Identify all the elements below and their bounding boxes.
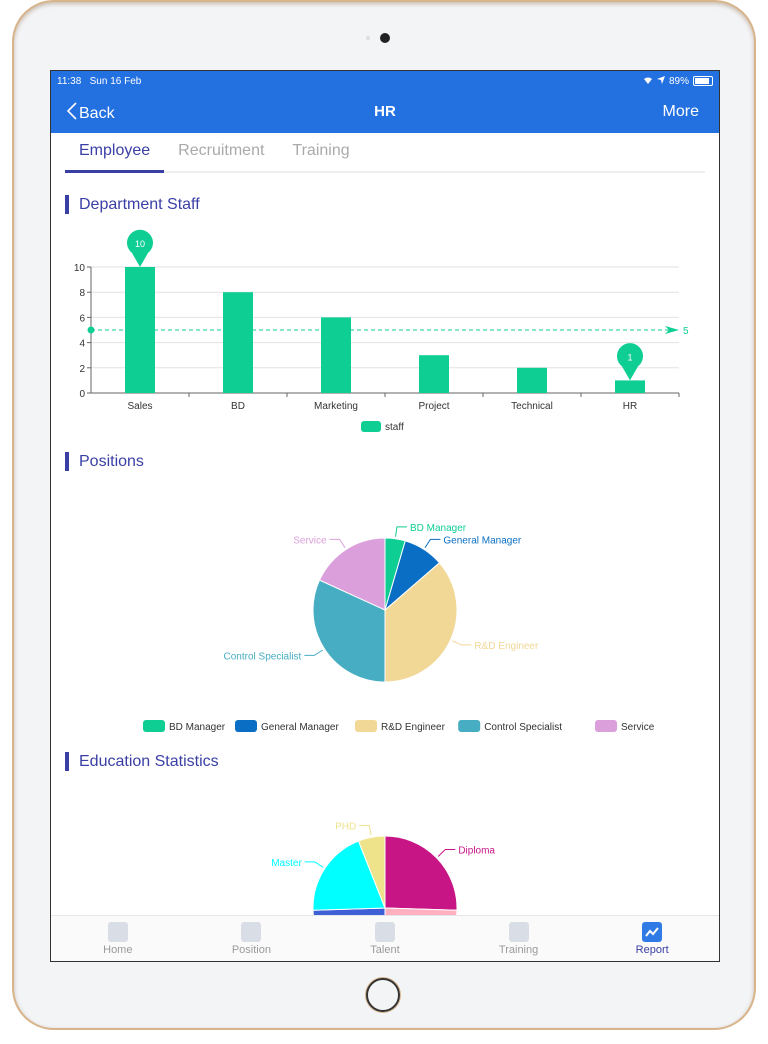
pie-label: R&D Engineer	[474, 641, 539, 652]
average-start-dot	[87, 326, 95, 334]
wifi-icon	[643, 76, 653, 87]
section-marker	[65, 195, 69, 214]
training-icon	[508, 922, 529, 942]
talent-icon	[374, 922, 395, 942]
pie-label-line	[329, 538, 346, 549]
y-tick-label: 4	[79, 339, 85, 350]
tabbar-item-report[interactable]: Report	[585, 916, 719, 961]
legend-label: staff	[385, 422, 404, 433]
section-positions: Positions	[65, 452, 144, 471]
section-title-text: Department Staff	[79, 195, 200, 213]
status-date: Sun 16 Feb	[89, 75, 142, 87]
education-chart: DiplomaHigh SchoolMasterPHD	[271, 821, 495, 916]
tabbar-label: Home	[103, 944, 133, 956]
battery-percent: 89%	[668, 75, 689, 87]
pie-label: BD Manager	[410, 523, 467, 534]
y-tick-label: 0	[79, 389, 85, 400]
pie-label-line	[424, 538, 441, 549]
tabbar-label: Report	[635, 944, 669, 956]
pie-label-line	[304, 861, 324, 868]
pie-label: PHD	[335, 821, 356, 832]
section-department-staff: Department Staff	[65, 195, 200, 214]
pie-label: Control Specialist	[224, 651, 302, 662]
legend-label: Service	[621, 722, 655, 733]
tab-training[interactable]: Training	[278, 133, 363, 171]
pie-label: Diploma	[458, 846, 495, 857]
legend-swatch	[143, 720, 165, 732]
more-button[interactable]: More	[663, 103, 699, 121]
legend-swatch	[235, 720, 257, 732]
tabbar-item-position[interactable]: Position	[185, 916, 319, 961]
section-title-text: Education Statistics	[79, 752, 219, 770]
x-tick-label: BD	[231, 401, 245, 412]
x-tick-label: Sales	[127, 401, 152, 412]
home-button[interactable]	[366, 978, 400, 1012]
x-tick-label: HR	[623, 401, 637, 412]
section-title-text: Positions	[79, 452, 144, 470]
legend-swatch	[595, 720, 617, 732]
bar	[321, 317, 351, 393]
position-icon	[241, 922, 262, 942]
navbar: Back HR More	[51, 91, 719, 133]
status-time: 11:38	[57, 75, 82, 87]
pie-label-line	[437, 849, 456, 857]
section-education: Education Statistics	[65, 752, 219, 771]
tabbar-label: Position	[231, 944, 271, 956]
home-icon	[107, 922, 128, 942]
pie-label-line	[304, 649, 324, 656]
screen: 11:38 Sun 16 Feb 89% Back HR More Employ…	[50, 70, 720, 962]
location-icon	[656, 75, 665, 87]
status-bar: 11:38 Sun 16 Feb 89%	[51, 71, 719, 91]
department-staff-chart: 0 2 4 6 8 10 Sales BD Marketing Project Technical H…	[74, 229, 689, 433]
y-tick-label: 2	[79, 364, 85, 375]
pie-label: Service	[293, 535, 327, 546]
average-label: 5	[683, 326, 689, 337]
pie-label-line	[395, 526, 407, 537]
positions-chart: BD ManagerGeneral ManagerR&D EngineerCon…	[143, 523, 655, 733]
legend-swatch	[361, 421, 381, 432]
marker-label: 10	[135, 239, 145, 249]
bar	[615, 380, 645, 393]
tabbar-item-talent[interactable]: Talent	[318, 916, 452, 961]
report-icon	[642, 922, 663, 942]
segment-tabs: Employee Recruitment Training	[65, 133, 705, 173]
x-tick-label: Technical	[511, 401, 553, 412]
bar	[223, 292, 253, 393]
x-tick-label: Marketing	[314, 401, 358, 412]
y-tick-label: 8	[79, 288, 85, 299]
page-title: HR	[374, 103, 396, 120]
pie-label: Master	[271, 858, 302, 869]
tabbar-label: Training	[498, 944, 539, 956]
pie-label-line	[452, 640, 472, 646]
bar	[419, 355, 449, 393]
battery-icon	[693, 76, 713, 86]
y-tick-label: 6	[79, 313, 85, 324]
bottom-tab-bar: Home Position Talent Training Report	[51, 915, 719, 961]
y-tick-label: 10	[74, 263, 86, 274]
bar	[517, 367, 547, 393]
legend-swatch	[355, 720, 377, 732]
section-marker	[65, 752, 69, 771]
tabbar-item-home[interactable]: Home	[51, 916, 185, 961]
legend-swatch	[458, 720, 481, 732]
pie-label: General Manager	[443, 535, 521, 546]
tabbar-item-training[interactable]: Training	[452, 916, 586, 961]
tab-employee[interactable]: Employee	[65, 133, 165, 173]
pie-label-line	[359, 824, 372, 836]
x-tick-label: Project	[418, 401, 449, 412]
legend-label: General Manager	[261, 722, 339, 733]
section-marker	[65, 452, 69, 471]
camera	[380, 33, 390, 43]
tab-recruitment[interactable]: Recruitment	[164, 133, 278, 171]
marker-label: 1	[627, 352, 632, 362]
legend-label: BD Manager	[169, 722, 226, 733]
sensor-dot	[366, 36, 370, 40]
legend-label: Control Specialist	[484, 722, 562, 733]
tabbar-label: Talent	[370, 944, 400, 956]
pie-slice	[384, 835, 458, 911]
legend-label: R&D Engineer	[381, 722, 446, 733]
